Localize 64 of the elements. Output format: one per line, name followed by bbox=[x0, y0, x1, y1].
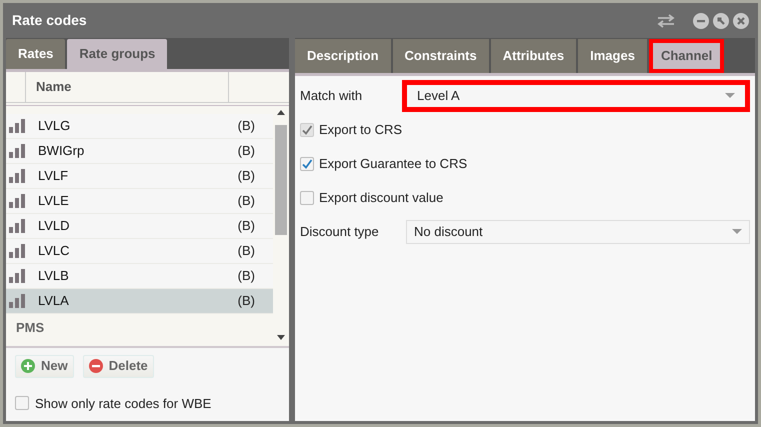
window-title: Rate codes bbox=[12, 11, 87, 30]
scroll-up-icon[interactable] bbox=[277, 110, 285, 115]
rate-group-type: (B) bbox=[238, 292, 255, 310]
rate-group-name: LVLB bbox=[38, 267, 70, 286]
field-label: Discount type bbox=[300, 223, 380, 242]
tab[interactable]: Rate groups bbox=[67, 39, 168, 69]
list-row[interactable]: LVLC (B) bbox=[6, 239, 273, 264]
tab[interactable]: Description bbox=[295, 39, 391, 73]
bar-chart-icon bbox=[8, 143, 26, 159]
checkbox[interactable] bbox=[15, 396, 29, 410]
bar-chart-icon bbox=[8, 218, 26, 234]
minus-circle-icon bbox=[88, 359, 103, 373]
checkbox[interactable] bbox=[300, 157, 314, 171]
checkbox-label: Export to CRS bbox=[319, 121, 402, 140]
bar-chart-icon bbox=[8, 293, 26, 309]
tab[interactable]: Constraints bbox=[392, 39, 489, 73]
list-row[interactable]: BWIGrp (B) bbox=[6, 139, 273, 164]
list-row[interactable]: LVLE (B) bbox=[6, 189, 273, 214]
rate-group-type: (B) bbox=[238, 242, 255, 260]
new-button[interactable]: New bbox=[15, 354, 74, 378]
list-row[interactable]: LVLA (B) bbox=[6, 289, 273, 314]
bar-chart-icon bbox=[8, 243, 26, 259]
rate-group-name: LVLA bbox=[38, 292, 70, 310]
bar-chart-icon bbox=[8, 193, 26, 209]
field-label: Match with bbox=[300, 87, 364, 106]
tab[interactable]: Images bbox=[578, 39, 647, 73]
rate-group-name: LVLD bbox=[38, 217, 71, 236]
rate-group-type: (B) bbox=[238, 117, 255, 136]
rate-group-name: LVLG bbox=[38, 117, 72, 136]
rate-group-type: (B) bbox=[238, 142, 255, 160]
rate-group-type: (B) bbox=[238, 217, 255, 236]
tab[interactable]: Channel bbox=[648, 39, 724, 73]
tab[interactable]: Attributes bbox=[490, 39, 576, 73]
checkbox-label: Export Guarantee to CRS bbox=[319, 155, 468, 174]
plus-circle-icon bbox=[21, 359, 35, 373]
list-row[interactable]: LVLF (B) bbox=[6, 164, 273, 189]
scroll-down-icon[interactable] bbox=[277, 334, 285, 340]
group-header: PMS bbox=[15, 319, 46, 338]
caret-icon bbox=[732, 229, 742, 235]
column-header[interactable]: Name bbox=[26, 72, 229, 102]
bar-chart-icon bbox=[8, 168, 26, 184]
rate-group-type: (B) bbox=[238, 192, 255, 210]
list-row[interactable]: LVLD (B) bbox=[6, 214, 273, 239]
caret-icon bbox=[725, 93, 735, 99]
close-icon[interactable] bbox=[733, 12, 749, 28]
tab[interactable]: Rates bbox=[6, 39, 66, 69]
minimize-icon[interactable] bbox=[693, 12, 709, 28]
rate-group-type: (B) bbox=[238, 167, 255, 186]
rate-group-type: (B) bbox=[238, 267, 255, 286]
checkbox-label: Export discount value bbox=[319, 189, 444, 208]
checkbox-label: Show only rate codes for WBE bbox=[35, 394, 212, 413]
rate-group-name: LVLE bbox=[38, 192, 70, 210]
list-row[interactable]: LVLG (B) bbox=[6, 114, 273, 139]
bar-chart-icon bbox=[8, 268, 26, 284]
select-field[interactable]: Level A bbox=[402, 80, 750, 112]
delete-button[interactable]: Delete bbox=[82, 354, 154, 378]
rate-group-name: BWIGrp bbox=[38, 142, 86, 160]
rate-group-name: LVLF bbox=[38, 167, 70, 186]
list-row[interactable]: LVLB (B) bbox=[6, 264, 273, 289]
swap-arrows-icon[interactable] bbox=[657, 14, 675, 28]
bar-chart-icon bbox=[8, 118, 26, 134]
checkbox[interactable] bbox=[300, 191, 314, 205]
select-field[interactable]: No discount bbox=[406, 220, 750, 244]
rate-group-name: LVLC bbox=[38, 242, 71, 260]
